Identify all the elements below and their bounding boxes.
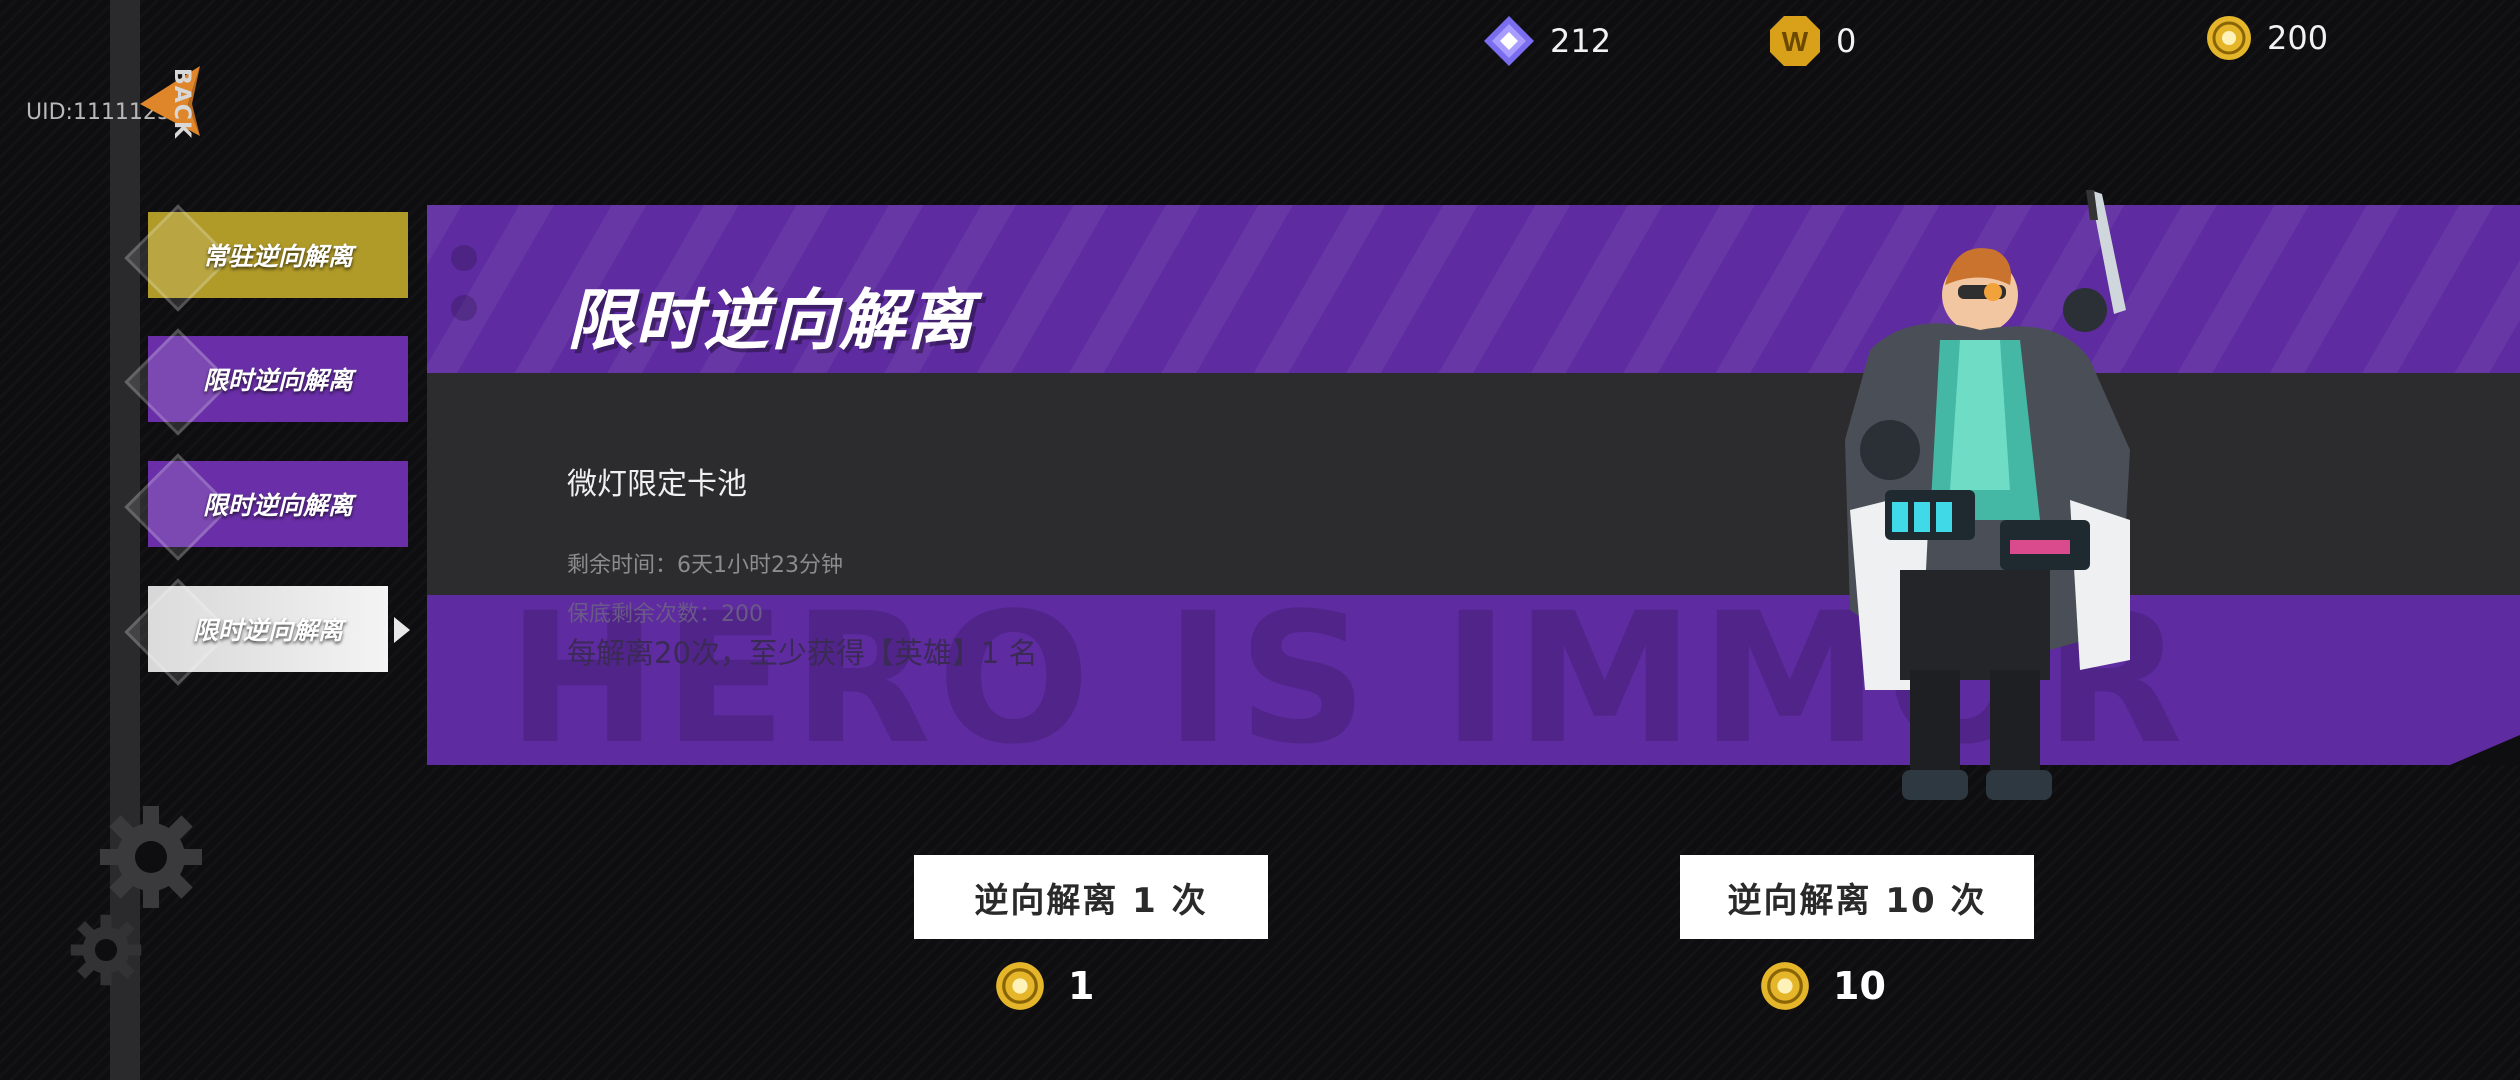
- pull-ten-cost: 10: [1759, 960, 1886, 1012]
- tab-limited-banner-2[interactable]: 限时逆向解离: [124, 453, 408, 561]
- guarantee-text: 每解离20次，至少获得【英雄】1 名: [567, 636, 1038, 670]
- pull-ten-cost-value: 10: [1833, 964, 1886, 1008]
- gem-currency: 212: [1482, 14, 1611, 68]
- pull-once-button[interactable]: 逆向解离 1 次: [914, 855, 1268, 939]
- pity-remaining: 保底剩余次数：200: [567, 602, 763, 627]
- gear-icon: [100, 806, 202, 908]
- w-currency: W 0: [1768, 14, 1856, 68]
- pull-once-cost-value: 1: [1068, 964, 1095, 1008]
- gem-icon: [1484, 16, 1534, 66]
- w-coin-icon: W: [1770, 16, 1820, 66]
- back-label: BACK: [169, 68, 194, 139]
- gold-count: 200: [2267, 19, 2329, 57]
- gold-coin-icon: [1761, 962, 1809, 1010]
- banner-title: 限时逆向解离: [567, 282, 975, 359]
- pull-once-cost: 1: [994, 960, 1094, 1012]
- w-coin-count: 0: [1836, 22, 1857, 60]
- banner-corner-cut: [2450, 735, 2520, 765]
- svg-text:W: W: [1782, 26, 1809, 57]
- gold-coin-icon: [996, 962, 1044, 1010]
- gem-count: 212: [1550, 22, 1612, 60]
- tab-label: 限时逆向解离: [202, 491, 353, 520]
- gear-icon: [70, 914, 142, 986]
- pool-name: 微灯限定卡池: [567, 467, 747, 502]
- pull-ten-button[interactable]: 逆向解离 10 次: [1680, 855, 2034, 939]
- gacha-banner: HERO IS IMMOR 限时逆向解离 微灯限定卡池 剩余时间：6天1小时23…: [427, 205, 2520, 765]
- remaining-time: 剩余时间：6天1小时23分钟: [567, 553, 843, 578]
- tab-label: 限时逆向解离: [202, 366, 353, 395]
- tab-limited-banner-3-selected[interactable]: 限时逆向解离: [124, 578, 388, 686]
- gold-coin-icon: [2207, 16, 2251, 60]
- tab-limited-banner-1[interactable]: 限时逆向解离: [124, 328, 408, 436]
- hero-character-image: [1845, 190, 2130, 800]
- tab-standard-banner[interactable]: 常驻逆向解离: [124, 204, 408, 312]
- banner-dots: [451, 245, 477, 345]
- tab-label: 限时逆向解离: [192, 616, 343, 645]
- tab-label: 常驻逆向解离: [202, 242, 353, 271]
- gold-currency: 200: [2205, 14, 2328, 62]
- selected-tab-arrow-icon: [394, 617, 410, 643]
